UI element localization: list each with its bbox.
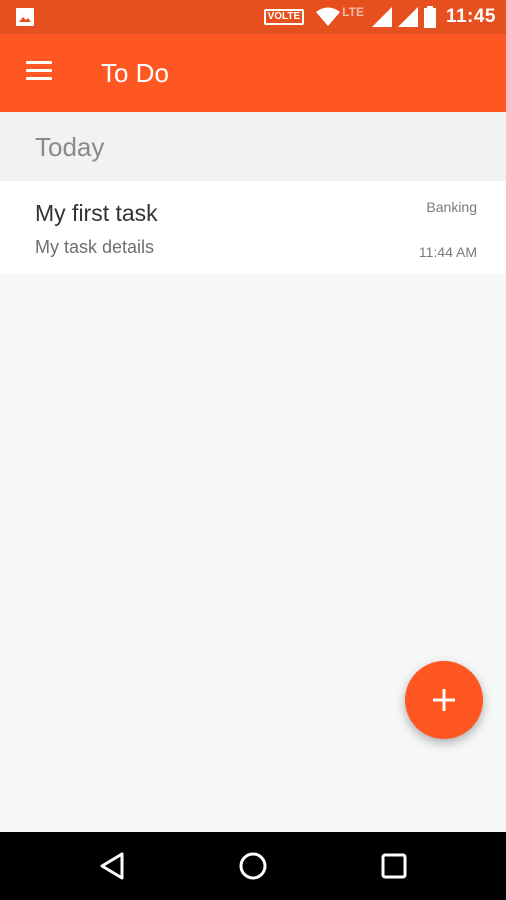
recents-icon[interactable] [379, 851, 409, 881]
section-title: Today [35, 132, 105, 162]
network-type: LTE [342, 5, 364, 19]
volte-badge: VOLTE [263, 9, 305, 25]
back-icon[interactable] [98, 851, 128, 881]
battery-icon [423, 6, 436, 28]
task-row[interactable]: My first task My task details Banking 11… [0, 181, 506, 274]
section-header: Today [0, 112, 506, 181]
home-icon[interactable] [238, 851, 268, 881]
page-title: To Do [101, 58, 169, 88]
task-category: Banking [426, 199, 477, 215]
signal-icon-2 [397, 7, 418, 27]
signal-icon [371, 7, 392, 27]
hamburger-menu-icon[interactable] [26, 61, 52, 83]
task-time: 11:44 AM [418, 244, 477, 260]
status-bar: VOLTE LTE 11:45 [0, 0, 506, 34]
nav-bar [0, 832, 506, 900]
wifi-icon [316, 7, 341, 26]
app-toolbar: To Do [0, 34, 506, 112]
status-time: 11:45 [445, 6, 496, 27]
task-details: My task details [35, 237, 155, 257]
gallery-icon [16, 8, 34, 31]
task-title: My first task [35, 200, 158, 226]
plus-icon [433, 689, 455, 711]
add-task-button[interactable] [405, 661, 483, 739]
